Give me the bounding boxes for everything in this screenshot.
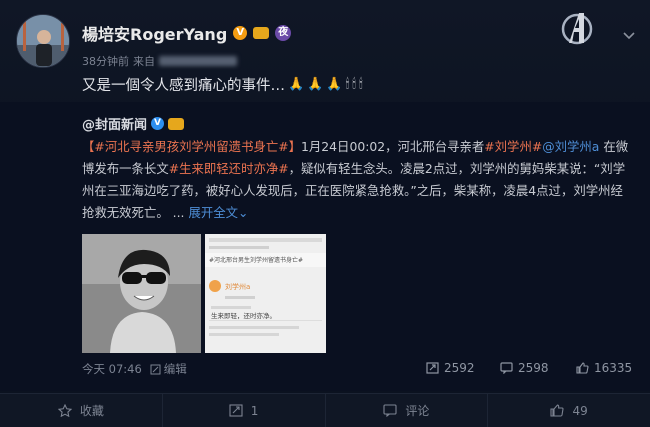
like-icon: [576, 362, 589, 374]
repost-button-count[interactable]: 1: [251, 404, 259, 418]
vip-crown-icon: [168, 117, 185, 130]
screenshot-author: 刘学州a: [225, 283, 251, 291]
repost-image-screenshot[interactable]: #河北邢台男生刘学州留遗书身亡# 刘学州a 生来即轻，还时亦净。: [205, 234, 326, 353]
candle-emoji: 🕯: [345, 77, 350, 92]
topic-link[interactable]: 【#河北寻亲男孩刘学州留遗书身亡#】: [82, 139, 301, 154]
repost-icon: [426, 362, 439, 374]
author-name-text[interactable]: 楊培安RogerYang: [82, 21, 227, 45]
like-button-count[interactable]: 49: [572, 404, 587, 418]
expand-arrow-icon: ⌄: [238, 205, 249, 220]
screenshot-topic: #河北邢台男生刘学州留遗书身亡#: [209, 257, 304, 264]
like-icon: [550, 404, 565, 417]
comment-count: 2598: [518, 361, 549, 375]
vip-crown-icon: [253, 27, 270, 39]
avengers-logo-icon: [560, 10, 594, 48]
pray-emoji: 🙏: [288, 77, 305, 92]
post-time[interactable]: 38分钟前: [82, 53, 129, 69]
post-meta: 38分钟前 来自: [82, 53, 237, 69]
repost-text: 【#河北寻亲男孩刘学州留遗书身亡#】1月24日00:02，河北邢台寻亲者#刘学州…: [82, 136, 634, 224]
repost-button[interactable]: 1: [163, 394, 326, 427]
repost-image-portrait[interactable]: [82, 234, 201, 353]
post-text-content: 又是一個令人感到痛心的事件…: [82, 78, 285, 94]
pray-emoji: 🙏: [307, 77, 324, 92]
comment-icon: [500, 362, 513, 374]
candle-emoji: 🕯: [358, 77, 363, 92]
author-name[interactable]: 楊培安RogerYang V 夜: [82, 21, 292, 45]
repost-author-name[interactable]: @封面新闻: [82, 114, 147, 133]
post-source-prefix: 来自: [133, 55, 155, 68]
repost-stat-reposts[interactable]: 2592: [426, 361, 475, 375]
comment-label[interactable]: 评论: [405, 402, 429, 419]
chevron-down-icon[interactable]: [622, 28, 636, 42]
favorite-icon: [57, 404, 72, 417]
repost-icon: [229, 404, 243, 417]
pray-emoji: 🙏: [326, 77, 343, 92]
night-badge-icon: 夜: [275, 25, 292, 41]
expand-full-text-link[interactable]: 展开全文⌄: [188, 205, 248, 220]
favorite-label[interactable]: 收藏: [80, 402, 104, 419]
edit-icon: [150, 364, 161, 375]
repost-footer: 今天 07:46 编辑: [82, 361, 187, 377]
post-source-blurred: [159, 56, 237, 66]
comment-icon: [383, 404, 397, 417]
repost-time[interactable]: 今天 07:46: [82, 361, 142, 377]
repost-text-seg: 1月24日00:02，河北邢台寻亲者: [301, 139, 485, 154]
edit-label[interactable]: 编辑: [164, 361, 187, 377]
mention-link[interactable]: @刘学州a: [542, 139, 599, 154]
verified-icon: V: [233, 26, 248, 40]
repost-count: 2592: [444, 361, 475, 375]
comment-button[interactable]: 评论: [326, 394, 489, 427]
candle-emoji: 🕯: [352, 77, 356, 92]
expand-label[interactable]: 展开全文: [188, 205, 238, 220]
like-button[interactable]: 49: [488, 394, 650, 427]
verified-icon: V: [151, 117, 165, 130]
like-count: 16335: [594, 361, 633, 375]
topic-link[interactable]: #生来即轻还时亦净#: [169, 161, 289, 176]
bottom-toolbar: 收藏 1 评论 49: [0, 393, 650, 427]
topic-link[interactable]: #刘学州#: [484, 139, 542, 154]
avatar[interactable]: [16, 14, 70, 68]
edit-link[interactable]: 编辑: [150, 361, 187, 377]
repost-stat-comments[interactable]: 2598: [500, 361, 549, 375]
favorite-button[interactable]: 收藏: [0, 394, 163, 427]
repost-stat-likes[interactable]: 16335: [576, 361, 632, 375]
post-text: 又是一個令人感到痛心的事件… 🙏 🙏 🙏 🕯 🕯 🕯: [82, 74, 363, 95]
repost-author[interactable]: @封面新闻 V: [82, 114, 185, 133]
screenshot-text: 生来即轻，还时亦净。: [211, 312, 276, 320]
